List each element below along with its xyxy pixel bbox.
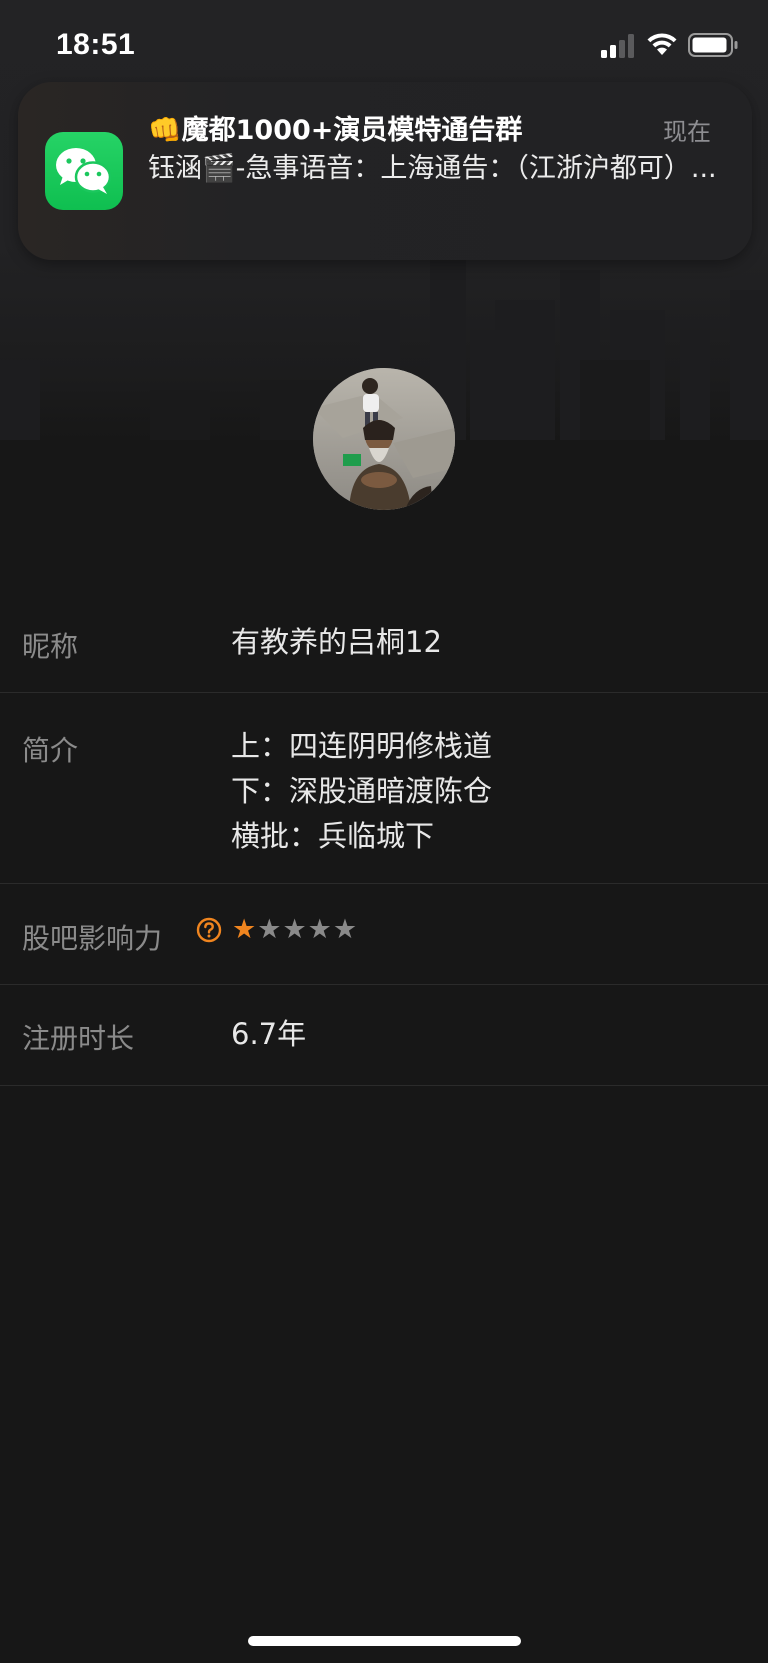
bio-line: 下：深股通暗渡陈仓 (231, 774, 493, 808)
influence-label: 股吧影响力 (22, 922, 163, 955)
home-indicator[interactable] (248, 1636, 521, 1646)
cellular-signal-icon (601, 34, 634, 58)
wechat-notification-banner[interactable]: 👊魔都1000+演员模特通告群 现在 钰涵🎬-急事语音：上海通告：（江浙沪都可）… (18, 82, 752, 260)
profile-info-list: 昵称 有教养的吕桐12 简介 上：四连阴明修栈道 下：深股通暗渡陈仓 横批：兵临… (0, 589, 768, 1086)
nickname-value: 有教养的吕桐12 (231, 625, 442, 659)
star-empty-icon: ★ (332, 914, 359, 945)
notification-time: 现在 (663, 118, 711, 146)
notification-body: 钰涵🎬-急事语音：上海通告：（江浙沪都可）... (148, 153, 717, 184)
registration-label: 注册时长 (22, 1022, 135, 1055)
star-empty-icon: ★ (307, 914, 333, 945)
bio-row: 简介 上：四连阴明修栈道 下：深股通暗渡陈仓 横批：兵临城下 (0, 693, 768, 884)
bio-line: 横批：兵临城下 (231, 819, 435, 853)
influence-stars: ★★★★★ (232, 914, 358, 945)
nickname-label: 昵称 (22, 630, 79, 663)
star-empty-icon: ★ (282, 914, 308, 945)
battery-icon (688, 33, 738, 57)
wechat-icon (45, 132, 123, 210)
bio-line: 上：四连阴明修栈道 (231, 729, 493, 763)
wifi-icon (647, 33, 677, 55)
bio-label: 简介 (22, 734, 79, 767)
star-filled-icon: ★ (232, 914, 258, 945)
user-avatar[interactable] (313, 368, 455, 510)
notification-title: 👊魔都1000+演员模特通告群 (148, 115, 523, 146)
star-empty-icon: ★ (257, 914, 283, 945)
influence-row: 股吧影响力 ★★★★★ (0, 884, 768, 985)
bio-value: 上：四连阴明修栈道 下：深股通暗渡陈仓 横批：兵临城下 (231, 724, 492, 859)
status-time: 18:51 (56, 28, 136, 61)
registration-value: 6.7年 (231, 1017, 307, 1051)
nickname-row: 昵称 有教养的吕桐12 (0, 589, 768, 693)
registration-row: 注册时长 6.7年 (0, 985, 768, 1086)
question-circle-icon[interactable] (196, 917, 222, 943)
